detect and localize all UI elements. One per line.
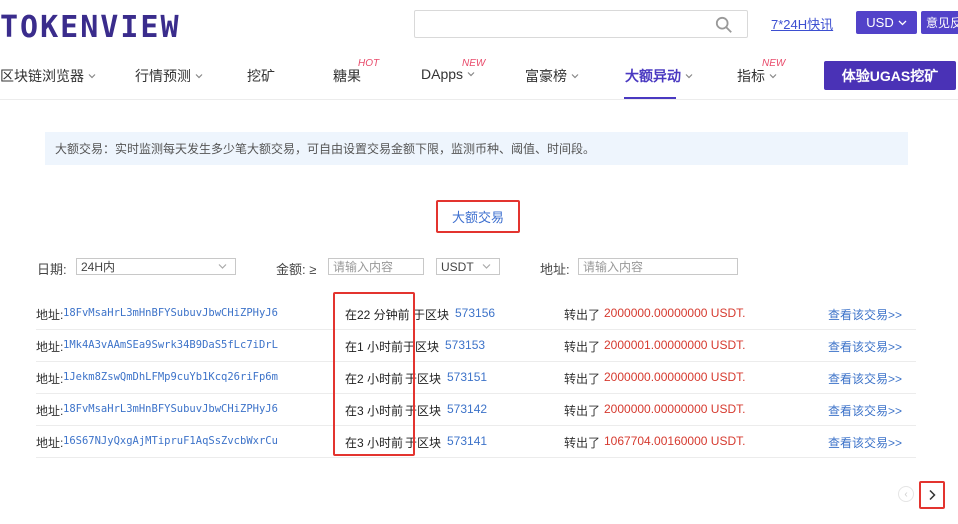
amount-label: 转出了: [564, 372, 601, 386]
amount-label: 转出了: [564, 436, 601, 450]
news-7x24-link[interactable]: 7*24H快讯: [771, 14, 833, 33]
chevron-right-icon: [929, 489, 936, 501]
tokenview-logo[interactable]: TOKENVIEW: [0, 10, 181, 45]
chevron-down-icon: [685, 74, 693, 79]
amount-placeholder: 请输入内容: [333, 260, 394, 274]
currency-filter-select[interactable]: USDT: [436, 258, 500, 275]
table-row: 地址: 18FvMsaHrL3mHnBFYSubuvJbwCHiZPHyJ6 在…: [36, 394, 916, 426]
page: TOKENVIEW 7*24H快讯 USD 意见反馈 区块链浏览器 行情预测 挖…: [0, 0, 958, 524]
nav-item-mining[interactable]: 挖矿: [247, 66, 275, 86]
amount-value: 2000000.00000000 USDT.: [604, 402, 746, 416]
amount-label: 金额: ≥: [276, 262, 317, 277]
nav-item-large-movements[interactable]: 大额异动: [625, 66, 693, 86]
nav-item-airdrop[interactable]: 糖果: [333, 66, 361, 86]
address-link[interactable]: 16S67NJyQxgAjMTipruF1AqSsZvcbWxrCu: [63, 435, 278, 447]
date-label: 日期:: [37, 262, 67, 277]
view-transaction-link[interactable]: 查看该交易>>: [828, 338, 902, 355]
nav-label: 区块链浏览器: [0, 68, 84, 84]
tab-large-transactions[interactable]: 大额交易: [436, 200, 520, 233]
view-transaction-link[interactable]: 查看该交易>>: [828, 306, 902, 323]
search-icon[interactable]: [715, 16, 733, 34]
address-placeholder: 请输入内容: [583, 260, 644, 274]
currency-filter-value: USDT: [441, 259, 474, 274]
chevron-down-icon: [482, 264, 491, 269]
nav-item-indicators[interactable]: 指标: [737, 66, 777, 86]
ugas-mining-button[interactable]: 体验UGAS挖矿: [824, 61, 956, 90]
new-badge: NEW: [462, 58, 486, 69]
date-value: 24H内: [81, 260, 116, 274]
amount-input[interactable]: 请输入内容: [328, 258, 424, 275]
address-input[interactable]: 请输入内容: [578, 258, 738, 275]
currency-label: USD: [866, 15, 894, 30]
view-transaction-link[interactable]: 查看该交易>>: [828, 370, 902, 387]
chevron-down-icon: [769, 74, 777, 79]
nav-label: 行情预测: [135, 68, 191, 84]
table-row: 地址: 1Mk4A3vAAmSEa9Swrk34B9DaS5fLc7iDrL 在…: [36, 330, 916, 362]
nav-item-explorer[interactable]: 区块链浏览器: [0, 66, 96, 86]
info-banner: 大额交易：实时监测每天发生多少笔大额交易，可自由设置交易金额下限，监测币种、阈值…: [45, 132, 908, 165]
address-label: 地址:: [36, 308, 64, 322]
address-link[interactable]: 1Mk4A3vAAmSEa9Swrk34B9DaS5fLc7iDrL: [63, 339, 278, 351]
address-label: 地址:: [36, 404, 64, 418]
pagination-prev-button[interactable]: ‹: [898, 486, 914, 502]
address-link[interactable]: 18FvMsaHrL3mHnBFYSubuvJbwCHiZPHyJ6: [63, 403, 278, 415]
nav-label: DApps: [421, 66, 464, 82]
chevron-down-icon: [218, 264, 227, 269]
amount-value: 2000000.00000000 USDT.: [604, 370, 746, 384]
nav-label: 挖矿: [247, 68, 275, 84]
nav-label: 糖果: [333, 68, 361, 84]
view-transaction-link[interactable]: 查看该交易>>: [828, 402, 902, 419]
nav-label: 富豪榜: [525, 68, 567, 84]
date-select[interactable]: 24H内: [76, 258, 236, 275]
block-prefix: 于区块: [413, 308, 450, 322]
nav-label: 指标: [737, 68, 765, 84]
time-column-highlight: [333, 292, 415, 456]
table-row: 地址: 16S67NJyQxgAjMTipruF1AqSsZvcbWxrCu 在…: [36, 426, 916, 458]
block-link[interactable]: 573142: [447, 402, 487, 416]
block-link[interactable]: 573141: [447, 434, 487, 448]
amount-value: 2000000.00000000 USDT.: [604, 306, 746, 320]
active-nav-underline: [624, 97, 676, 99]
address-label: 地址:: [36, 436, 64, 450]
address-label: 地址:: [540, 262, 570, 277]
new-badge: NEW: [762, 58, 786, 69]
address-label: 地址:: [36, 372, 64, 386]
amount-value: 2000001.00000000 USDT.: [604, 338, 746, 352]
chevron-down-icon: [571, 74, 579, 79]
hot-badge: HOT: [358, 58, 380, 69]
nav-item-rich-list[interactable]: 富豪榜: [525, 66, 579, 86]
amount-label: 转出了: [564, 340, 601, 354]
address-link[interactable]: 18FvMsaHrL3mHnBFYSubuvJbwCHiZPHyJ6: [63, 307, 278, 319]
amount-label: 转出了: [564, 404, 601, 418]
chevron-down-icon: [898, 20, 907, 25]
search-input[interactable]: [414, 10, 748, 38]
chevron-down-icon: [467, 72, 475, 77]
chevron-down-icon: [195, 74, 203, 79]
currency-select[interactable]: USD: [856, 11, 917, 34]
amount-label: 转出了: [564, 308, 601, 322]
view-transaction-link[interactable]: 查看该交易>>: [828, 434, 902, 451]
nav-item-market-forecast[interactable]: 行情预测: [135, 66, 203, 86]
block-link[interactable]: 573156: [455, 306, 495, 320]
pagination-next-button[interactable]: [919, 481, 945, 509]
address-label: 地址:: [36, 340, 64, 354]
amount-value: 1067704.00160000 USDT.: [604, 434, 746, 448]
nav-label: 大额异动: [625, 68, 681, 84]
block-link[interactable]: 573151: [447, 370, 487, 384]
table-row: 地址: 1Jekm8ZswQmDhLFMp9cuYb1Kcq26riFp6m 在…: [36, 362, 916, 394]
chevron-down-icon: [88, 74, 96, 79]
table-row: 地址: 18FvMsaHrL3mHnBFYSubuvJbwCHiZPHyJ6 在…: [36, 298, 916, 330]
address-link[interactable]: 1Jekm8ZswQmDhLFMp9cuYb1Kcq26riFp6m: [63, 371, 278, 383]
feedback-button[interactable]: 意见反馈: [921, 11, 958, 34]
block-link[interactable]: 573153: [445, 338, 485, 352]
